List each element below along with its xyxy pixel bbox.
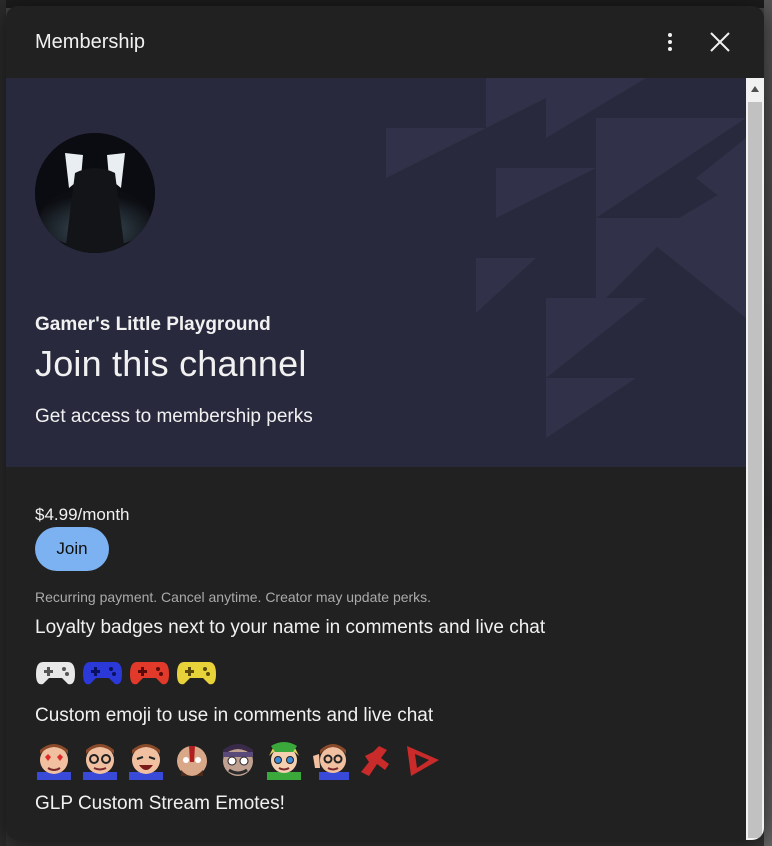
- join-button[interactable]: Join: [35, 527, 109, 571]
- perk-emoji-title: Custom emoji to use in comments and live…: [35, 705, 434, 726]
- dialog-header: Membership: [6, 6, 764, 78]
- channel-name: Gamer's Little Playground: [35, 314, 271, 335]
- gamepad-badge-icon: [36, 662, 75, 685]
- scroll-up-button[interactable]: [746, 78, 764, 100]
- channel-avatar: [35, 133, 155, 253]
- close-icon: [710, 32, 730, 52]
- gamepad-badge-icon: [83, 662, 122, 685]
- perk-badges-title: Loyalty badges next to your name in comm…: [35, 617, 546, 638]
- more-options-button[interactable]: [652, 24, 688, 60]
- red-logo-emoji-icon: [361, 746, 389, 776]
- banner-pattern-decoration: [386, 78, 746, 438]
- warrior-face-emoji-icon: [177, 746, 207, 776]
- triangle-up-icon: [751, 86, 759, 92]
- glasses-face-emoji-icon: [83, 744, 117, 780]
- gamepad-badge-icon: [130, 662, 169, 685]
- tier-price: $4.99/month: [35, 505, 130, 524]
- channel-avatar-image: [35, 133, 155, 253]
- masked-face-emoji-icon: [223, 744, 253, 776]
- laughing-face-emoji-icon: [129, 744, 163, 780]
- custom-emoji-list: [35, 742, 441, 780]
- more-vertical-icon: [668, 33, 672, 51]
- dialog-title: Membership: [35, 30, 146, 53]
- waving-face-emoji-icon: [313, 744, 349, 780]
- play-logo-emoji-icon: [407, 746, 439, 776]
- heart-eyes-emoji-icon: [37, 744, 71, 780]
- join-subheading: Get access to membership perks: [35, 406, 313, 427]
- payment-fine-print: Recurring payment. Cancel anytime. Creat…: [35, 589, 432, 605]
- gamepad-badge-icon: [177, 662, 216, 685]
- scrollbar-thumb[interactable]: [748, 102, 762, 838]
- hero-banner: Gamer's Little Playground Join this chan…: [6, 78, 746, 467]
- loyalty-badges-list: [35, 654, 217, 690]
- dialog-content[interactable]: Gamer's Little Playground Join this chan…: [6, 78, 746, 840]
- dialog-scrollbar[interactable]: [746, 78, 764, 840]
- perk-stream-emotes-title: GLP Custom Stream Emotes!: [35, 793, 285, 814]
- close-button[interactable]: [702, 24, 738, 60]
- membership-dialog: Membership Gamer's Little Playground Joi…: [6, 6, 764, 840]
- background-strip: [764, 0, 772, 846]
- elf-face-emoji-icon: [267, 742, 301, 780]
- join-heading: Join this channel: [35, 343, 307, 384]
